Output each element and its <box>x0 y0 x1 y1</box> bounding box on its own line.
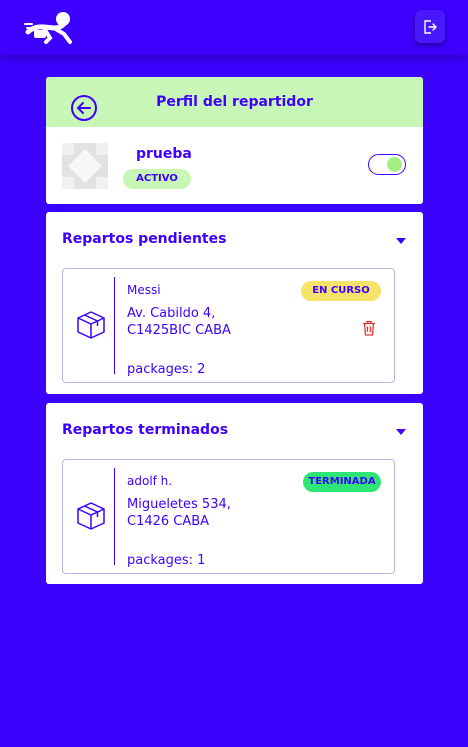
chevron-down-icon[interactable] <box>395 427 407 437</box>
chevron-down-icon[interactable] <box>395 236 407 246</box>
logout-button[interactable] <box>415 10 445 43</box>
package-icon <box>77 502 105 530</box>
page-title: Perfil del repartidor <box>156 94 313 110</box>
top-navbar <box>0 0 468 55</box>
status-badge: EN CURSO <box>301 281 381 301</box>
username: prueba <box>136 146 192 162</box>
delivery-address: Av. Cabildo 4, C1425BIC CABA <box>127 306 231 338</box>
delivery-address: Migueletes 534, C1426 CABA <box>127 497 231 529</box>
logout-icon <box>424 19 437 34</box>
status-badge: ACTIVO <box>123 169 191 189</box>
package-count: packages: 1 <box>127 553 206 568</box>
active-toggle[interactable] <box>368 154 406 175</box>
pending-deliveries-card: Repartos pendientes Messi Av. Cabildo 4,… <box>46 212 423 394</box>
courier-logo-icon[interactable] <box>24 10 76 46</box>
profile-card: Perfil del repartidor prueba ACTIVO <box>46 77 423 204</box>
item-divider <box>114 468 115 565</box>
section-title-pending[interactable]: Repartos pendientes <box>62 231 226 247</box>
package-count: packages: 2 <box>127 362 206 377</box>
finished-deliveries-card: Repartos terminados adolf h. Migueletes … <box>46 403 423 584</box>
item-divider <box>114 277 115 374</box>
toggle-knob <box>387 157 402 172</box>
section-title-finished[interactable]: Repartos terminados <box>62 422 228 438</box>
profile-header: Perfil del repartidor <box>46 77 423 127</box>
client-name: adolf h. <box>127 474 173 488</box>
client-name: Messi <box>127 283 161 297</box>
status-badge: TERMINADA <box>303 472 381 492</box>
delivery-item[interactable]: adolf h. Migueletes 534, C1426 CABA pack… <box>62 459 395 574</box>
delivery-item[interactable]: Messi Av. Cabildo 4, C1425BIC CABA packa… <box>62 268 395 383</box>
trash-icon[interactable] <box>362 320 376 336</box>
package-icon <box>77 311 105 339</box>
avatar <box>62 143 108 189</box>
